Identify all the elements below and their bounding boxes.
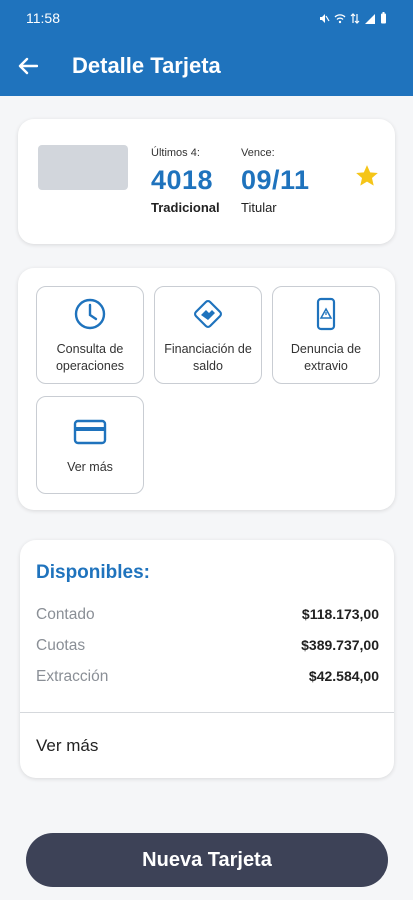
- phone-alert-icon: [316, 297, 336, 331]
- wifi-icon: [334, 13, 346, 23]
- last4-label: Últimos 4:: [151, 147, 200, 159]
- action-denuncia-extravio[interactable]: Denuncia de extravio: [272, 286, 380, 384]
- available-title: Disponibles:: [36, 562, 151, 583]
- new-card-button[interactable]: Nueva Tarjeta: [26, 833, 388, 887]
- page-title: Detalle Tarjeta: [72, 53, 221, 78]
- action-label: Ver más: [67, 460, 113, 474]
- back-button[interactable]: [0, 36, 56, 96]
- app-bar: 11:58 Detalle Tarjeta: [0, 0, 413, 96]
- status-icons: [319, 12, 387, 24]
- expiry-value: 09/11: [241, 165, 310, 195]
- signal-icon: [365, 13, 375, 24]
- action-consulta-operaciones[interactable]: Consulta de operaciones: [36, 286, 144, 384]
- available-row-label: Cuotas: [36, 637, 86, 654]
- available-row-label: Extracción: [36, 668, 109, 685]
- action-label: Consulta de operaciones: [55, 342, 125, 373]
- action-label: Denuncia de extravio: [290, 342, 362, 373]
- action-financiacion-saldo[interactable]: Financiación de saldo: [154, 286, 262, 384]
- credit-card-icon: [73, 419, 107, 445]
- clock-icon: [74, 298, 106, 330]
- mute-icon: [320, 13, 330, 23]
- handshake-icon: [194, 300, 222, 328]
- available-row-value: $42.584,00: [308, 668, 379, 684]
- action-label: Financiación de saldo: [164, 342, 252, 373]
- expiry-label: Vence:: [241, 147, 275, 159]
- last4-value: 4018: [151, 165, 214, 195]
- available-row: Contado $118.173,00: [36, 606, 379, 624]
- last4-field: Últimos 4: 4018 Tradicional: [151, 147, 220, 215]
- title-bar: Detalle Tarjeta: [0, 36, 413, 96]
- data-icon: [350, 12, 360, 24]
- star-icon: [356, 165, 378, 186]
- available-row-value: $118.173,00: [301, 606, 379, 622]
- battery-icon: [381, 12, 386, 24]
- available-row-label: Contado: [36, 606, 95, 623]
- actions-card: Consulta de operaciones Financiación de …: [18, 268, 395, 510]
- available-card: Disponibles: Contado $118.173,00 Cuotas …: [20, 540, 394, 778]
- divider: [20, 712, 394, 713]
- arrow-left-icon: [18, 57, 38, 75]
- action-ver-mas[interactable]: Ver más: [36, 396, 144, 494]
- available-row: Extracción $42.584,00: [36, 668, 379, 686]
- status-bar: 11:58: [0, 0, 413, 36]
- card-holder: Titular: [241, 200, 277, 215]
- available-row-value: $389.737,00: [301, 637, 379, 653]
- card-summary: Últimos 4: 4018 Tradicional Vence: 09/11…: [18, 119, 395, 244]
- status-time: 11:58: [26, 10, 60, 26]
- card-type: Tradicional: [151, 200, 220, 215]
- available-more-link[interactable]: Ver más: [36, 736, 98, 756]
- expiry-field: Vence: 09/11 Titular: [241, 147, 310, 215]
- available-row: Cuotas $389.737,00: [36, 637, 379, 655]
- card-image-placeholder: [38, 145, 128, 190]
- favorite-button[interactable]: [354, 163, 380, 189]
